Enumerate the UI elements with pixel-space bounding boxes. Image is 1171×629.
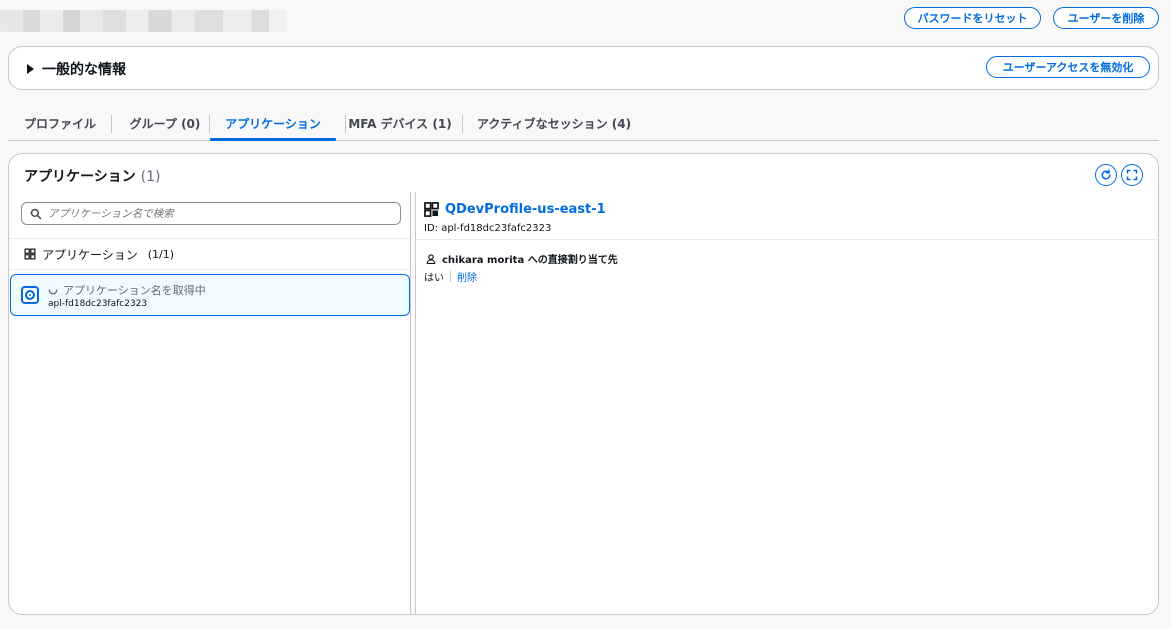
separator bbox=[450, 271, 451, 282]
assignment-label: chikara morita への直接割り当て先 bbox=[426, 251, 618, 266]
tab-groups[interactable]: グループ (0) bbox=[120, 107, 210, 140]
tab-bar: プロファイル グループ (0) アプリケーション MFA デバイス (1) アク… bbox=[8, 107, 1159, 141]
grid-icon bbox=[24, 248, 36, 260]
app-item-title: アプリケーション名を取得中 bbox=[48, 282, 206, 298]
search-icon bbox=[30, 208, 42, 220]
application-list-pane: アプリケーション (1/1) アプリケーション名を取得中 apl-fd18dc2… bbox=[9, 192, 411, 614]
radio-dot-icon bbox=[25, 290, 35, 300]
user-icon bbox=[426, 253, 436, 264]
application-name-link[interactable]: QDevProfile-us-east-1 bbox=[445, 202, 606, 217]
tab-separator bbox=[345, 115, 346, 133]
caret-right-icon bbox=[27, 64, 34, 74]
selection-radio[interactable] bbox=[21, 286, 39, 304]
top-bar: パスワードをリセット ユーザーを削除 bbox=[0, 0, 1171, 40]
disable-user-access-button[interactable]: ユーザーアクセスを無効化 bbox=[986, 56, 1150, 78]
tab-separator bbox=[111, 115, 112, 133]
remove-assignment-link[interactable]: 削除 bbox=[457, 269, 477, 284]
general-info-panel: 一般的な情報 ユーザーアクセスを無効化 bbox=[8, 46, 1159, 90]
applications-title: アプリケーション (1) bbox=[24, 166, 160, 186]
general-info-toggle[interactable]: 一般的な情報 bbox=[27, 59, 126, 79]
blurred-user-name bbox=[0, 10, 286, 32]
refresh-icon bbox=[1101, 169, 1111, 180]
application-search-input[interactable] bbox=[48, 207, 400, 220]
applications-count: (1) bbox=[140, 169, 161, 185]
app-item-loading-text: アプリケーション名を取得中 bbox=[63, 284, 206, 297]
application-list-header-label: アプリケーション bbox=[42, 247, 138, 262]
spinner-icon bbox=[48, 289, 58, 295]
fullscreen-button[interactable] bbox=[1121, 164, 1143, 186]
tab-applications[interactable]: アプリケーション bbox=[210, 107, 336, 141]
list-item[interactable]: アプリケーション名を取得中 apl-fd18dc23fafc2323 bbox=[10, 274, 410, 316]
tab-active-sessions[interactable]: アクティブなセッション (4) bbox=[474, 107, 634, 140]
application-detail-pane: QDevProfile-us-east-1 ID: apl-fd18dc23fa… bbox=[416, 192, 1158, 614]
tab-separator bbox=[462, 115, 463, 133]
expand-icon bbox=[1126, 169, 1138, 181]
assignment-value: はい bbox=[424, 273, 444, 284]
delete-user-button[interactable]: ユーザーを削除 bbox=[1053, 7, 1159, 29]
application-id: ID: apl-fd18dc23fafc2323 bbox=[424, 223, 552, 234]
tab-mfa-devices[interactable]: MFA デバイス (1) bbox=[348, 107, 452, 140]
app-item-id: apl-fd18dc23fafc2323 bbox=[48, 299, 148, 309]
divider bbox=[416, 239, 1158, 240]
assignment-row: はい 削除 bbox=[424, 269, 477, 284]
applications-panel: アプリケーション (1) アプリケーション名で検索 アプリケーション (1/1)… bbox=[8, 153, 1159, 615]
assignment-label-text: chikara morita への直接割り当て先 bbox=[442, 255, 618, 266]
application-grid-icon bbox=[424, 202, 439, 217]
applications-title-text: アプリケーション bbox=[24, 169, 136, 185]
reset-password-button[interactable]: パスワードをリセット bbox=[904, 7, 1041, 29]
application-list-count: (1/1) bbox=[147, 247, 175, 261]
application-search bbox=[21, 202, 401, 225]
detail-header: QDevProfile-us-east-1 bbox=[424, 202, 606, 217]
application-list-header: アプリケーション (1/1) bbox=[9, 238, 411, 270]
general-info-title: 一般的な情報 bbox=[42, 62, 126, 78]
tab-profile[interactable]: プロファイル bbox=[16, 107, 104, 140]
refresh-button[interactable] bbox=[1095, 164, 1117, 186]
